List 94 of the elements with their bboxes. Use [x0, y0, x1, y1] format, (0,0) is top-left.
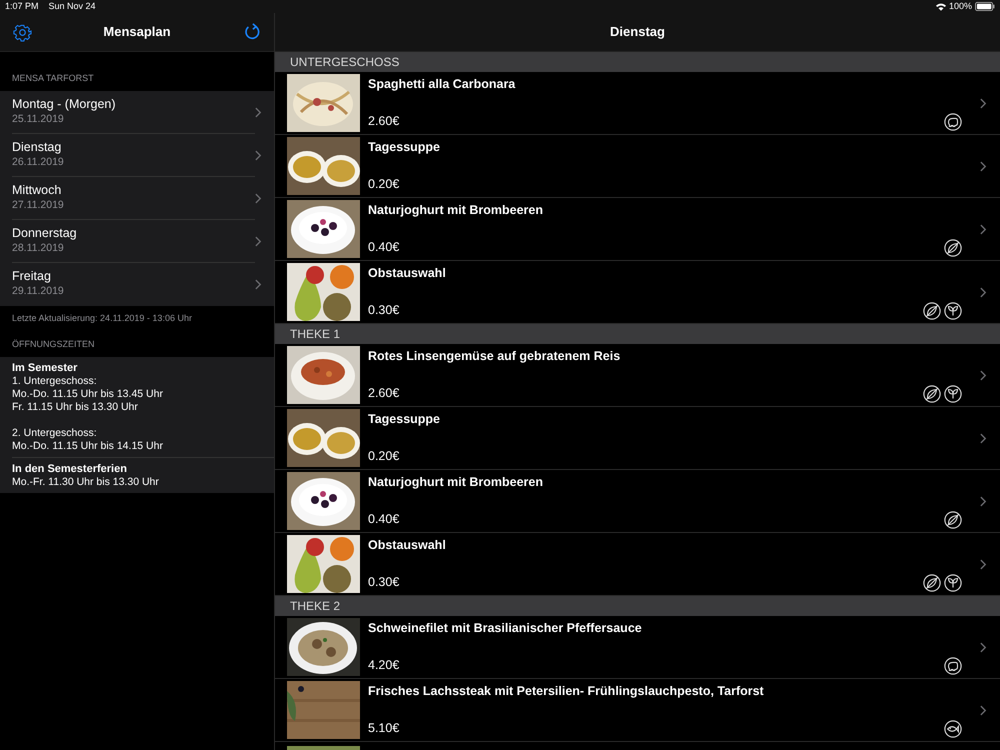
dish-name: Rotes Linsengemüse auf gebratenem Reis — [368, 348, 622, 365]
dish-price: 0.30€ — [368, 574, 400, 592]
day-row[interactable]: Montag - (Morgen) 25.11.2019 — [0, 90, 274, 134]
hours-title: In den Semesterferien — [12, 462, 128, 476]
day-name: Freitag — [12, 268, 52, 284]
chevron-icon — [980, 642, 987, 652]
dish-row[interactable]: Naturjoghurt mit Brombeeren 0.40€ — [275, 470, 1000, 533]
day-date: 27.11.2019 — [12, 198, 65, 213]
refresh-icon — [243, 23, 261, 41]
dish-name: Tagessuppe — [368, 139, 442, 156]
dish-price: 5.10€ — [368, 720, 400, 738]
chevron-icon — [980, 224, 987, 234]
chevron-icon — [255, 192, 262, 204]
day-date: 25.11.2019 — [12, 112, 65, 127]
dish-price: 0.30€ — [368, 302, 400, 320]
hours-line: Mo.-Fr. 11.30 Uhr bis 13.30 Uhr — [12, 476, 160, 488]
section-header: THEKE 2 — [275, 596, 1000, 616]
crossed-leaf-icon — [923, 302, 941, 320]
dish-price: 0.40€ — [368, 239, 400, 256]
hours-title: Im Semester — [12, 360, 78, 374]
section-header: MENSA TARFORST — [11, 72, 95, 85]
last-update-text: Letzte Aktualisierung: 24.11.2019 - 13:06 Uhr — [11, 312, 193, 325]
crossed-leaf-icon — [923, 574, 941, 592]
sprout-icon — [944, 385, 962, 403]
day-name: Mittwoch — [12, 182, 62, 198]
dish-row[interactable]: Rotes Linsengemüse auf gebratenem Reis 2.60€ — [275, 344, 1000, 407]
day-name: Montag - (Morgen) — [12, 96, 117, 112]
hours-line: Fr. 11.15 Uhr bis 13.30 Uhr — [12, 400, 139, 414]
crossed-leaf-icon — [923, 385, 941, 403]
settings-icon — [12, 22, 32, 42]
hours-line: Mo.-Do. 11.15 Uhr bis 13.45 Uhr — [12, 388, 164, 400]
refresh-button[interactable] — [242, 22, 262, 42]
chevron-icon — [980, 160, 987, 172]
battery-icon — [975, 2, 995, 11]
fish-icon — [944, 720, 962, 738]
sprout-icon — [944, 574, 962, 592]
sprout-icon — [944, 302, 962, 320]
day-name: Donnerstag — [12, 224, 78, 241]
crossed-leaf-icon — [944, 511, 962, 529]
crossed-leaf-icon — [944, 239, 962, 257]
dish-row[interactable]: Schweinefilet mit Brasilianischer Pfeffersauce 4.20€ — [275, 616, 1000, 679]
dish-price: 2.60€ — [368, 385, 400, 402]
chevron-icon — [980, 286, 987, 298]
dish-name: Spaghetti alla Carbonara — [368, 76, 516, 93]
day-row[interactable]: Mittwoch 27.11.2019 — [0, 176, 274, 220]
chevron-icon — [255, 278, 262, 290]
dish-row[interactable]: Tagessuppe 0.20€ — [275, 135, 1000, 198]
dish-name: Obstauswahl — [368, 537, 447, 554]
dish-row[interactable]: Spaghetti alla Carbonara 2.60€ — [275, 72, 1000, 135]
chevron-icon — [980, 370, 987, 380]
hours-line: 1. Untergeschoss: — [12, 374, 98, 388]
day-date: 26.11.2019 — [12, 154, 65, 170]
day-name: Dienstag — [12, 138, 62, 155]
day-date: 29.11.2019 — [12, 284, 65, 300]
chevron-icon — [980, 704, 987, 716]
dish-price: 0.40€ — [368, 511, 400, 528]
chevron-icon — [980, 98, 987, 108]
dish-name: Tagessuppe — [368, 411, 442, 428]
chevron-icon — [980, 558, 987, 570]
dish-row[interactable]: Tagessuppe 0.20€ — [275, 407, 1000, 470]
wifi-icon — [936, 2, 946, 10]
hours-line: Mo.-Do. 11.15 Uhr bis 14.15 Uhr — [12, 440, 164, 452]
day-row[interactable]: Donnerstag 28.11.2019 — [0, 220, 274, 262]
section-header: UNTERGESCHOSS — [275, 52, 1000, 72]
dish-row[interactable]: Frisches Lachssteak mit Petersilien- Frühlingslauchpesto, Tarforst 5.10€ — [275, 679, 1000, 742]
status-date: Sun Nov 24 — [48, 0, 96, 13]
chevron-icon — [980, 496, 987, 506]
dish-name: Frisches Lachssteak mit Petersilien- Frühlingslauchpesto, Tarforst — [368, 683, 765, 700]
dish-name: Obstauswahl — [368, 265, 447, 282]
section-header: ÖFFNUNGSZEITEN — [11, 338, 96, 351]
pig-icon — [944, 657, 962, 675]
day-date: 28.11.2019 — [12, 240, 65, 256]
sidebar-title: Mensaplan — [103, 23, 171, 42]
dish-name: Schweinefilet mit Brasilianischer Pfeffersauce — [368, 620, 643, 637]
settings-button[interactable] — [12, 22, 32, 42]
day-row[interactable]: Dienstag 26.11.2019 — [0, 134, 274, 176]
dish-price: 0.20€ — [368, 448, 400, 466]
pig-icon — [944, 113, 962, 131]
dish-price: 2.60€ — [368, 113, 400, 130]
day-row[interactable]: Freitag 29.11.2019 — [0, 262, 274, 306]
chevron-icon — [980, 432, 987, 444]
dish-price: 0.20€ — [368, 176, 400, 194]
section-header: THEKE 1 — [275, 324, 1000, 344]
chevron-icon — [255, 236, 262, 246]
chevron-icon — [255, 150, 262, 160]
dish-name: Naturjoghurt mit Brombeeren — [368, 202, 544, 219]
dish-name: Naturjoghurt mit Brombeeren — [368, 474, 544, 491]
battery-percent: 100% — [948, 0, 972, 13]
hours-line: 2. Untergeschoss: — [12, 426, 98, 440]
dish-price: 4.20€ — [368, 657, 400, 674]
page-title: Dienstag — [610, 23, 665, 42]
dish-row[interactable]: Naturjoghurt mit Brombeeren 0.40€ — [275, 198, 1000, 261]
chevron-icon — [255, 106, 262, 118]
status-time: 1:07 PM — [5, 0, 39, 13]
